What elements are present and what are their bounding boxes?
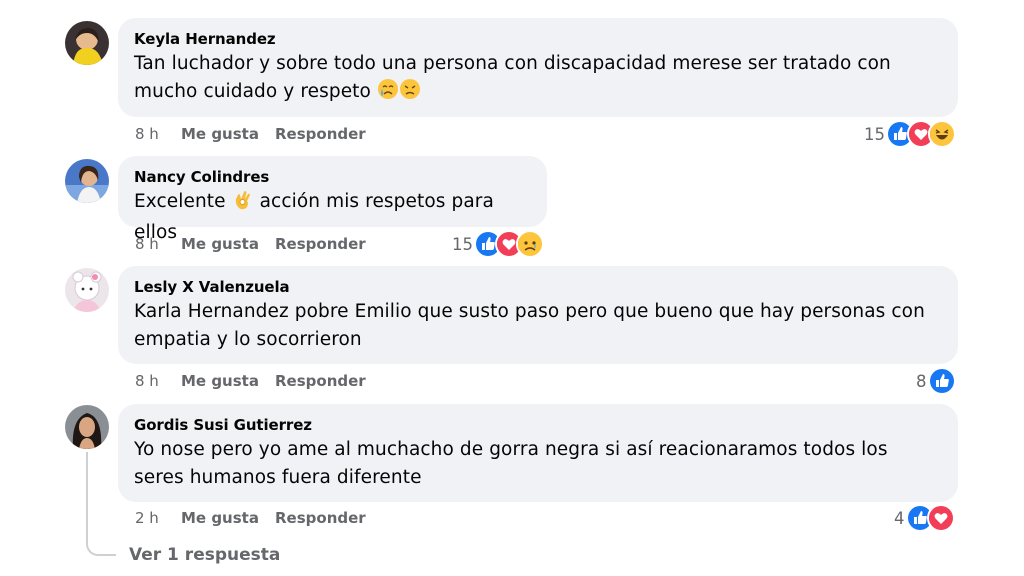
like-button[interactable]: Me gusta xyxy=(181,507,259,529)
haha-icon xyxy=(928,120,956,148)
reaction-count: 4 xyxy=(894,508,905,528)
reply-button[interactable]: Responder xyxy=(275,123,366,145)
comment-bubble: Keyla Hernandez Tan luchador y sobre tod… xyxy=(118,18,958,117)
avatar[interactable] xyxy=(65,268,109,312)
reply-button[interactable]: Responder xyxy=(275,507,366,529)
like-button[interactable]: Me gusta xyxy=(181,233,259,255)
comment-author[interactable]: Lesly X Valenzuela xyxy=(134,276,942,298)
reply-button[interactable]: Responder xyxy=(275,370,366,392)
love-icon xyxy=(926,504,955,532)
comment-text: Tan luchador y sobre todo una persona co… xyxy=(134,50,942,109)
like-button[interactable]: Me gusta xyxy=(181,370,259,392)
comment-time[interactable]: 8 h xyxy=(135,370,159,392)
comment-bubble: Lesly X Valenzuela Karla Hernandez pobre… xyxy=(118,266,958,364)
avatar[interactable] xyxy=(65,159,109,203)
reaction-count: 15 xyxy=(452,234,473,254)
comment-time[interactable]: 8 h xyxy=(135,233,159,255)
comment-time[interactable]: 2 h xyxy=(135,507,159,529)
comment-bubble: Nancy Colindres Excelente acción mis res… xyxy=(118,156,547,243)
avatar-image xyxy=(65,159,109,203)
comment-text: Yo nose pero yo ame al muchacho de gorra… xyxy=(134,439,888,488)
like-icon xyxy=(927,367,956,395)
comment-time[interactable]: 8 h xyxy=(135,123,159,145)
reaction-count: 15 xyxy=(864,124,885,144)
sad-icon xyxy=(516,230,544,258)
comment-author[interactable]: Nancy Colindres xyxy=(134,166,531,188)
reply-button[interactable]: Responder xyxy=(275,233,366,255)
reaction-summary[interactable]: 15 xyxy=(864,120,956,148)
view-replies-link[interactable]: Ver 1 respuesta xyxy=(129,545,280,565)
avatar[interactable] xyxy=(65,21,109,65)
avatar-image xyxy=(65,21,109,65)
crying-face-emoji xyxy=(377,78,399,109)
comment-text-body: Tan luchador y sobre todo una persona co… xyxy=(134,53,891,102)
sad-face-emoji xyxy=(399,78,421,109)
reply-thread-line xyxy=(86,452,116,556)
avatar-image xyxy=(65,405,109,449)
avatar-image xyxy=(65,268,109,312)
comment-text: Karla Hernandez pobre Emilio que susto p… xyxy=(134,301,925,350)
reaction-summary[interactable]: 15 xyxy=(452,230,544,258)
ok-hand-emoji xyxy=(232,188,254,219)
reaction-summary[interactable]: 8 xyxy=(916,367,956,395)
comment-author[interactable]: Keyla Hernandez xyxy=(134,28,942,50)
reaction-summary[interactable]: 4 xyxy=(894,504,955,532)
comment-bubble: Gordis Susi Gutierrez Yo nose pero yo am… xyxy=(118,404,958,502)
comment-author[interactable]: Gordis Susi Gutierrez xyxy=(134,414,942,436)
like-button[interactable]: Me gusta xyxy=(181,123,259,145)
avatar[interactable] xyxy=(65,405,109,449)
reaction-count: 8 xyxy=(916,371,927,391)
comment-text-part: Excelente xyxy=(134,191,226,212)
